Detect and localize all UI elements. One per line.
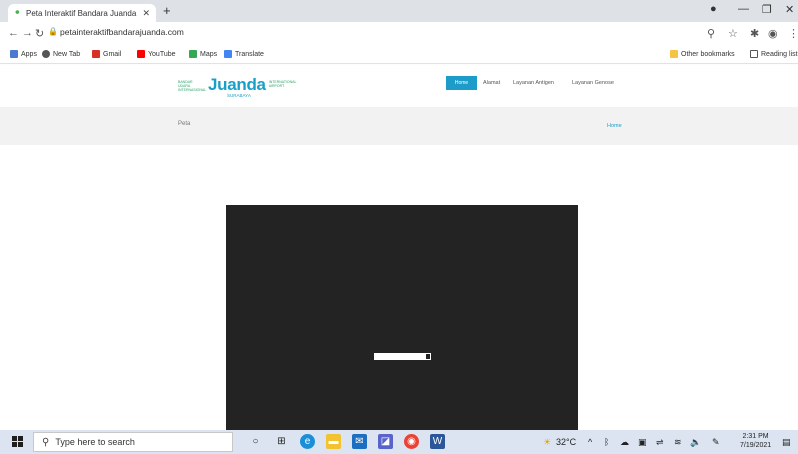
progress-fill [375, 354, 427, 359]
logo-brand: Juanda [208, 75, 266, 94]
bookmark-new-tab[interactable]: New Tab [42, 50, 80, 58]
cortana-icon[interactable]: ○ [248, 434, 263, 449]
weather-icon[interactable]: ☀ [543, 437, 551, 448]
apps-grid-icon [10, 50, 18, 58]
notifications-icon[interactable]: ▤ [782, 437, 791, 448]
bluetooth-icon[interactable]: ᛒ [604, 437, 609, 447]
search-placeholder: Type here to search [55, 437, 135, 447]
cloud-icon[interactable]: ☁ [620, 437, 629, 448]
youtube-icon [137, 50, 145, 58]
bookmark-label: Maps [200, 50, 218, 58]
zoom-icon[interactable]: ⚲ [707, 27, 715, 40]
browser-tab-strip: ⚫ Peta Interaktif Bandara Juanda ✕ + ● —… [0, 0, 798, 22]
word-icon[interactable]: W [430, 434, 445, 449]
wifi-icon[interactable]: ≋ [674, 437, 682, 448]
interactive-map-canvas[interactable] [226, 205, 578, 430]
new-tab-icon[interactable]: + [163, 3, 171, 18]
translate-icon [224, 50, 232, 58]
bookmark-label: New Tab [53, 50, 81, 58]
logo-left-text: BANDAR UDARA INTERNASIONAL [178, 80, 207, 92]
profile-icon[interactable]: ● [710, 3, 717, 15]
logo-right-text: INTERNATIONAL AIRPORT [268, 80, 297, 88]
volume-icon[interactable]: 🔈 [690, 437, 701, 448]
bookmark-star-icon[interactable]: ☆ [728, 27, 738, 40]
pen-icon[interactable]: ✎ [712, 437, 720, 448]
system-clock[interactable]: 2:31 PM 7/19/2021 [740, 432, 771, 450]
clock-date: 7/19/2021 [740, 442, 772, 449]
nav-layanan-genose[interactable]: Layanan Genose [572, 80, 614, 86]
bookmark-gmail[interactable]: Gmail [92, 50, 121, 58]
taskbar-search[interactable]: ⚲ Type here to search [33, 432, 233, 452]
windows-start-icon[interactable] [12, 436, 23, 447]
edge-icon[interactable]: e [300, 434, 315, 449]
reading-list[interactable]: Reading list [750, 50, 798, 58]
mail-icon[interactable]: ✉ [352, 434, 367, 449]
windows-taskbar: ⚲ Type here to search ○ ⊞ e ▬ ✉ ◪ ◉ W ☀ … [0, 430, 798, 454]
site-favicon-icon: ⚫ [14, 8, 21, 17]
chrome-icon[interactable]: ◉ [404, 434, 419, 449]
other-bookmarks[interactable]: Other bookmarks [670, 50, 735, 58]
tray-chevron-icon[interactable]: ^ [588, 437, 592, 447]
maps-icon [189, 50, 197, 58]
menu-icon[interactable]: ⋮ [788, 27, 798, 40]
bookmark-label: Reading list [761, 50, 798, 58]
gmail-icon [92, 50, 100, 58]
clock-time: 2:31 PM [742, 433, 769, 440]
address-bar[interactable]: petainteraktifbandarajuanda.com [60, 27, 184, 37]
page-title-bar [0, 107, 798, 145]
nav-layanan-antigen[interactable]: Layanan Antigen [513, 80, 554, 86]
bookmark-label: Gmail [103, 50, 122, 58]
bookmark-maps[interactable]: Maps [189, 50, 217, 58]
logo-sub: SURABAYA [227, 93, 251, 98]
reading-list-icon [750, 50, 758, 58]
nav-alamat[interactable]: Alamat [483, 80, 500, 86]
weather-temp[interactable]: 32°C [556, 437, 576, 447]
page-title: Peta [178, 121, 191, 127]
bookmark-translate[interactable]: Translate [224, 50, 264, 58]
bookmark-apps[interactable]: Apps [10, 50, 37, 58]
nav-home-button[interactable]: Home [446, 76, 477, 90]
site-header: BANDAR UDARA INTERNASIONAL Juanda INTERN… [0, 65, 798, 107]
breadcrumb[interactable]: Home [607, 123, 622, 129]
address-bar-row: ← → ↻ 🔒 petainteraktifbandarajuanda.com … [0, 22, 798, 46]
bookmark-label: Other bookmarks [681, 50, 735, 58]
bookmark-label: YouTube [148, 50, 176, 58]
bookmark-youtube[interactable]: YouTube [137, 50, 176, 58]
app-icon[interactable]: ◪ [378, 434, 393, 449]
maximize-icon[interactable]: ❐ [762, 3, 772, 16]
tab-title: Peta Interaktif Bandara Juanda [26, 8, 137, 18]
globe-icon [42, 50, 50, 58]
avatar[interactable]: ◉ [768, 27, 778, 40]
close-tab-icon[interactable]: ✕ [142, 8, 150, 19]
bookmark-label: Apps [21, 50, 37, 58]
bookmark-label: Translate [235, 50, 264, 58]
task-view-icon[interactable]: ⊞ [274, 434, 289, 449]
close-window-icon[interactable]: ✕ [785, 3, 794, 16]
extensions-icon[interactable]: ✱ [750, 27, 759, 40]
loading-progress-bar [374, 353, 431, 360]
back-icon[interactable]: ← [8, 27, 19, 39]
forward-icon[interactable]: → [22, 27, 33, 39]
reload-icon[interactable]: ↻ [35, 27, 44, 40]
search-icon: ⚲ [42, 436, 50, 448]
minimize-icon[interactable]: — [738, 3, 749, 15]
progress-remaining [426, 354, 430, 359]
bookmarks-bar: Apps New Tab Gmail YouTube Maps Translat… [0, 46, 798, 64]
browser-tab[interactable]: ⚫ Peta Interaktif Bandara Juanda ✕ [8, 4, 156, 22]
site-logo[interactable]: BANDAR UDARA INTERNASIONAL Juanda INTERN… [178, 75, 297, 98]
network-icon[interactable]: ⇌ [656, 437, 664, 448]
folder-icon [670, 50, 678, 58]
display-icon[interactable]: ▣ [638, 437, 647, 448]
lock-icon[interactable]: 🔒 [48, 27, 58, 36]
file-explorer-icon[interactable]: ▬ [326, 434, 341, 449]
